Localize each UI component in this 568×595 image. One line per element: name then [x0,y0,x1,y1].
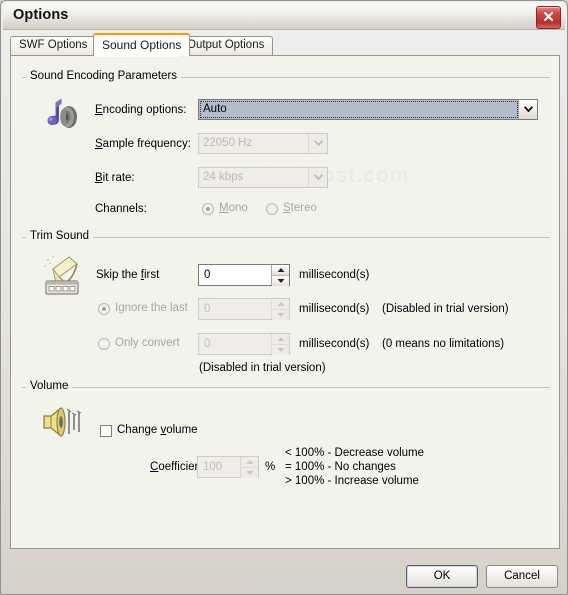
options-dialog-window: Options SWF Options Sound Options Output… [0,0,568,595]
coefficient-spinner[interactable]: 100 [197,456,259,478]
tab-sound-options[interactable]: Sound Options [93,33,191,56]
label-bit-rate-text: it rate: [102,172,135,184]
group-title-volume: Volume [26,380,73,392]
chevron-down-icon [308,134,327,153]
label-mono-accel: M [219,202,229,214]
label-stereo-accel: S [283,202,291,214]
label-sample-frequency-text: ample frequency: [102,138,191,150]
group-title-trim-sound: Trim Sound [26,230,94,242]
radio-only-convert[interactable] [98,338,110,350]
encoding-options-combobox[interactable]: Auto [198,99,538,120]
label-bit-rate-accel: B [95,172,103,184]
ignore-the-last-spin-buttons [271,299,289,320]
hint-only-convert-trial: (Disabled in trial version) [199,362,326,374]
label-only-convert: Only convert [115,337,180,349]
label-stereo-text: tereo [290,202,317,214]
chevron-down-icon [308,168,327,187]
label-stereo: Stereo [283,202,317,214]
volume-legend-nochange: = 100% - No changes [285,461,396,473]
label-change-volume-pre: Change [117,424,161,436]
label-change-volume: Change volume [117,424,198,436]
tab-output-options[interactable]: Output Options [178,36,274,55]
ignore-the-last-spinner[interactable]: 0 [198,298,290,320]
label-sample-frequency: Sample frequency: [95,138,191,150]
radio-ignore-the-last[interactable] [98,303,110,315]
label-mono: Mono [219,202,248,214]
close-icon[interactable] [536,6,561,29]
label-encoding-options-accel: E [95,104,103,116]
tab-strip: SWF Options Sound Options Output Options [10,33,560,56]
only-convert-spinner[interactable]: 0 [198,333,290,355]
tab-swf-options[interactable]: SWF Options [10,36,97,55]
unit-skip-the-first: millisecond(s) [299,269,370,281]
encoding-options-value: Auto [199,100,519,119]
group-trim-sound: Trim Sound Skip the first 0 millisecond(… [22,230,550,381]
only-convert-spin-buttons [271,334,289,355]
hint-ignore-the-last: (Disabled in trial version) [382,303,509,315]
spinner-up-icon [272,334,289,344]
spinner-up-icon [272,299,289,309]
music-note-speaker-icon [39,95,83,140]
spinner-down-icon [272,309,289,320]
sample-frequency-combobox[interactable]: 22050 Hz [198,133,328,154]
group-volume: Volume Change volume Coefficient: 100 % … [22,380,550,507]
group-divider-line [22,387,550,388]
label-skip-the-first: Skip the first [96,269,159,281]
spinner-up-icon[interactable] [272,265,289,275]
spinner-down-icon[interactable] [272,275,289,286]
label-ignore-the-last: Ignore the last [115,302,188,314]
skip-the-first-spinner[interactable]: 0 [198,264,290,286]
coefficient-spin-buttons [240,457,258,478]
radio-stereo[interactable] [266,203,278,215]
group-sound-encoding-parameters: Sound Encoding Parameters Encoding optio… [22,70,550,235]
chevron-down-icon[interactable] [518,100,537,119]
label-mono-text: ono [228,202,248,214]
gramophone-icon [39,253,85,300]
label-sample-frequency-accel: S [95,138,103,150]
speaker-waves-icon [39,403,85,446]
label-encoding-options: Encoding options: [95,104,186,116]
sample-frequency-value: 22050 Hz [203,137,253,149]
bit-rate-combobox[interactable]: 24 kbps [198,167,328,188]
sound-options-panel: soft4boost.com Sound Encoding Parameters [10,55,560,549]
ok-button[interactable]: OK [406,565,478,588]
volume-legend-increase: > 100% - Increase volume [285,475,419,487]
label-skip-rest: irst [143,269,160,281]
title-bar: Options [3,3,565,30]
bit-rate-value: 24 kbps [203,171,244,183]
spinner-down-icon [272,344,289,355]
spinner-up-icon [241,457,258,467]
change-volume-checkbox[interactable] [100,425,112,437]
hint-only-convert: (0 means no limitations) [382,338,505,350]
group-divider-line [22,237,550,238]
label-channels: Channels: [95,203,147,215]
label-bit-rate: Bit rate: [95,172,135,184]
cancel-button[interactable]: Cancel [486,565,558,588]
label-encoding-options-text: ncoding options: [102,104,187,116]
skip-the-first-spin-buttons[interactable] [271,265,289,286]
unit-only-convert: millisecond(s) [299,338,370,350]
volume-legend-decrease: < 100% - Decrease volume [285,447,425,459]
label-skip-pre: Skip the [96,269,141,281]
group-title-sound-encoding: Sound Encoding Parameters [26,70,182,82]
label-change-volume-rest: olume [166,424,198,436]
unit-ignore-the-last: millisecond(s) [299,303,370,315]
unit-coefficient-percent: % [265,461,276,473]
radio-mono[interactable] [202,203,214,215]
spinner-down-icon [241,467,258,478]
window-title: Options [13,7,69,23]
